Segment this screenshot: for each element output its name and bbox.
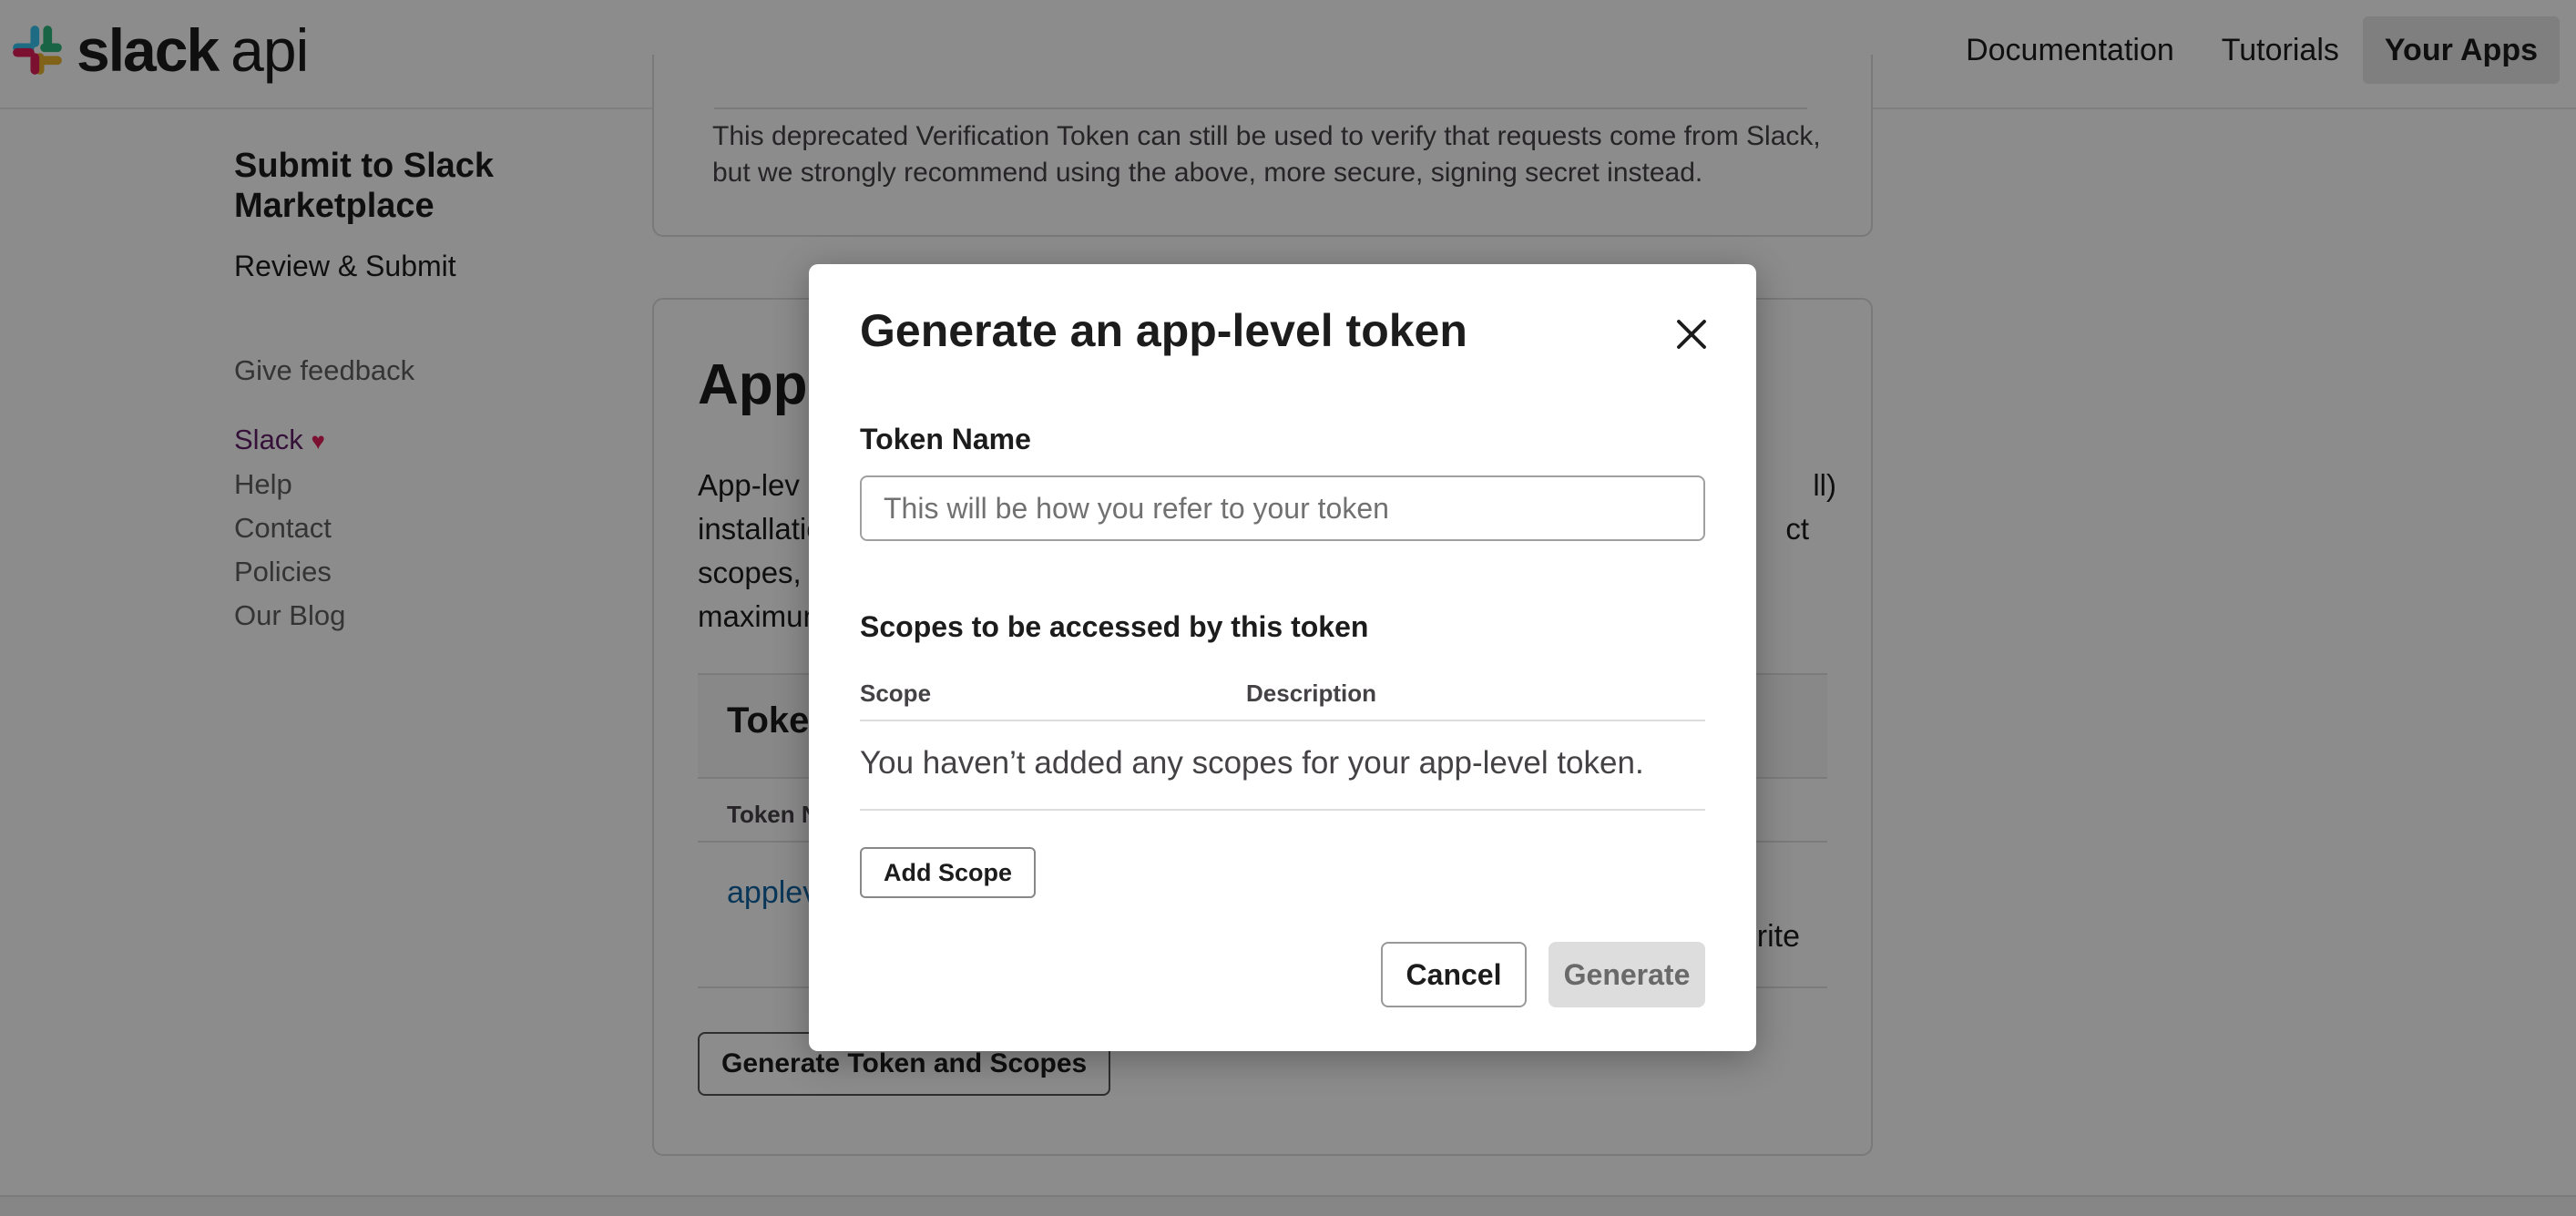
scopes-label: Scopes to be accessed by this token [860,610,1369,643]
cancel-button[interactable]: Cancel [1381,942,1527,1007]
modal-title: Generate an app-level token [860,305,1467,356]
scopes-empty-state: You haven’t added any scopes for your ap… [860,721,1705,811]
close-icon[interactable] [1672,315,1711,353]
token-name-input[interactable] [860,475,1705,541]
scope-column-header: Scope [860,680,932,707]
description-column-header: Description [1246,680,1377,707]
generate-token-modal: Generate an app-level token Token Name S… [809,264,1756,1051]
add-scope-button[interactable]: Add Scope [860,847,1037,898]
token-name-label: Token Name [860,423,1031,455]
generate-button[interactable]: Generate [1549,942,1705,1007]
empty-scopes-message: You haven’t added any scopes for your ap… [860,745,1644,781]
scopes-table-header: Scope Description [860,676,1705,721]
